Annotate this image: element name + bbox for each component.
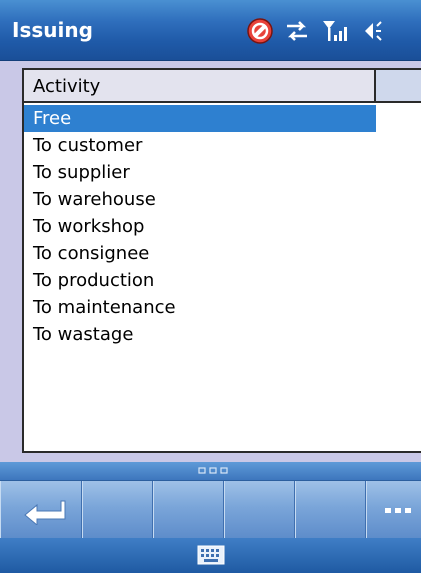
title-bar: Issuing (0, 0, 421, 61)
command-bar (0, 480, 421, 539)
command-button-5[interactable] (295, 481, 366, 539)
more-dots-icon (385, 508, 411, 513)
list-item-free[interactable]: Free (24, 105, 376, 132)
command-button-3[interactable] (153, 481, 224, 539)
list-item-to-customer[interactable]: To customer (24, 132, 376, 159)
back-arrow-icon (24, 500, 66, 525)
column-header-label: Activity (33, 76, 101, 97)
speaker-icon[interactable] (355, 17, 383, 45)
activity-list-panel: Activity Free To customer To supplier To… (22, 68, 421, 453)
command-button-4[interactable] (224, 481, 295, 539)
list-item-to-supplier[interactable]: To supplier (24, 159, 376, 186)
command-button-2[interactable] (82, 481, 153, 539)
activity-list: Free To customer To supplier To warehous… (24, 105, 421, 348)
connectivity-arrows-icon[interactable] (283, 17, 311, 45)
sync-error-icon[interactable] (246, 17, 274, 45)
column-header-filler (376, 70, 421, 103)
column-header-activity[interactable]: Activity (24, 70, 376, 103)
more-button[interactable] (366, 481, 421, 539)
back-button[interactable] (0, 481, 82, 539)
list-item-to-warehouse[interactable]: To warehouse (24, 186, 376, 213)
list-item-to-workshop[interactable]: To workshop (24, 213, 376, 240)
list-item-to-wastage[interactable]: To wastage (24, 321, 376, 348)
list-item-to-production[interactable]: To production (24, 267, 376, 294)
app-title: Issuing (12, 18, 93, 42)
signal-strength-icon[interactable] (320, 17, 348, 45)
keyboard-icon[interactable] (197, 545, 225, 565)
soft-keyboard-bar (0, 538, 421, 573)
list-item-to-consignee[interactable]: To consignee (24, 240, 376, 267)
command-bar-grip[interactable] (0, 462, 421, 480)
grip-dots-icon (198, 467, 228, 474)
list-item-to-maintenance[interactable]: To maintenance (24, 294, 376, 321)
